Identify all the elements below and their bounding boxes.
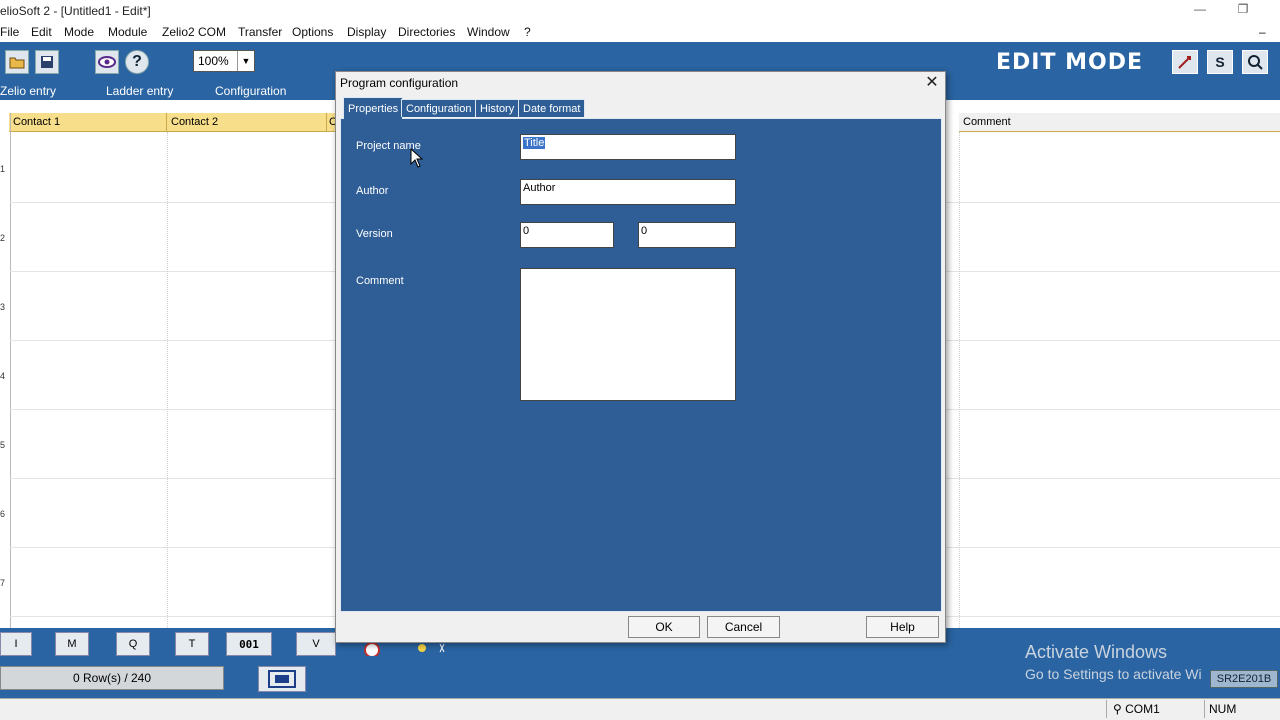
menu-mode[interactable]: Mode <box>64 25 94 39</box>
open-folder-icon[interactable] <box>5 50 29 74</box>
tab-properties[interactable]: Properties <box>343 97 404 119</box>
menu-directories[interactable]: Directories <box>398 25 455 39</box>
module-icon[interactable] <box>258 666 306 692</box>
comment-textarea[interactable] <box>520 268 736 401</box>
row-number: 6 <box>0 509 6 519</box>
com-port-label: COM1 <box>1125 702 1160 716</box>
restore-button[interactable]: ❐ <box>1233 2 1253 20</box>
column-divider <box>959 132 960 628</box>
tab-history[interactable]: History <box>475 99 520 117</box>
dialog-title: Program configuration <box>340 76 459 90</box>
tab-dialog-configuration[interactable]: Configuration <box>401 99 477 117</box>
edit-mode-label: EDIT MODE <box>996 50 1144 75</box>
comment-label: Comment <box>356 275 404 287</box>
project-name-input[interactable]: Title <box>520 134 736 160</box>
menu-module[interactable]: Module <box>108 25 147 39</box>
plug-icon: ⚲ <box>1113 702 1126 716</box>
row-number: 7 <box>0 578 6 588</box>
num-lock-status: NUM <box>1204 700 1264 718</box>
row-number: 3 <box>0 302 6 312</box>
tool-memory-label: M <box>67 638 77 650</box>
author-input[interactable]: Author <box>520 179 736 205</box>
tool-input-label: I <box>14 638 18 650</box>
column-header-contact-1: Contact 1 <box>9 113 167 132</box>
row-number: 1 <box>0 164 6 174</box>
version-major-input[interactable]: 0 <box>520 222 614 248</box>
row-number: 5 <box>0 440 6 450</box>
tab-ladder-entry[interactable]: Ladder entry <box>106 82 173 100</box>
zoom-select[interactable]: 100% ▼ <box>193 50 255 72</box>
doc-minimize-button[interactable]: – <box>1259 25 1266 39</box>
save-icon[interactable] <box>35 50 59 74</box>
minimize-button[interactable]: — <box>1190 2 1210 20</box>
column-header-contact-2: Contact 2 <box>167 113 327 132</box>
column-divider <box>167 132 168 628</box>
module-reference-badge: SR2E201B <box>1210 670 1278 688</box>
activate-windows-subtitle: Go to Settings to activate Wi <box>1025 666 1202 682</box>
tool-output-label: Q <box>128 638 138 650</box>
output-coil-tool[interactable]: Q <box>116 632 150 656</box>
timer-tool[interactable]: T <box>175 632 209 656</box>
input-contact-tool[interactable]: I <box>0 632 32 656</box>
tool-counter-label: 001 <box>239 637 259 651</box>
monitoring-mode-icon[interactable] <box>1242 50 1268 74</box>
help-button[interactable]: Help <box>866 616 939 638</box>
tab-configuration[interactable]: Configuration <box>215 82 286 100</box>
counter-tool[interactable]: 001 <box>226 632 272 656</box>
activate-windows-title: Activate Windows <box>1025 642 1168 662</box>
menu-options[interactable]: Options <box>292 25 333 39</box>
menu-file[interactable]: File <box>0 25 19 39</box>
cancel-button[interactable]: Cancel <box>707 616 780 638</box>
row-number: 2 <box>0 233 6 243</box>
close-icon[interactable]: ✕ <box>922 73 942 93</box>
menu-transfer[interactable]: Transfer <box>238 25 282 39</box>
menu-zelio2-com[interactable]: Zelio2 COM <box>162 25 226 39</box>
tab-zelio-entry[interactable]: Zelio entry <box>0 82 56 100</box>
column-header-comment: Comment <box>959 113 1280 132</box>
ok-button[interactable]: OK <box>628 616 700 638</box>
mouse-cursor-icon <box>410 147 424 171</box>
version-label: Version <box>356 228 393 240</box>
simulation-mode-button[interactable]: S <box>1207 50 1233 74</box>
eye-icon[interactable] <box>95 50 119 74</box>
menu-display[interactable]: Display <box>347 25 386 39</box>
window-title: elioSoft 2 - [Untitled1 - Edit*] <box>0 4 151 18</box>
author-label: Author <box>356 185 389 197</box>
rows-count: 0 Row(s) / 240 <box>0 666 224 690</box>
tab-date-format[interactable]: Date format <box>518 99 586 117</box>
memory-bit-tool[interactable]: M <box>55 632 89 656</box>
menu-bar: File Edit Mode Module Zelio2 COM Transfe… <box>0 22 1280 42</box>
com-port-status: ⚲ COM1 <box>1106 700 1204 718</box>
menu-window[interactable]: Window <box>467 25 510 39</box>
project-name-value: Title <box>523 137 546 149</box>
version-minor-input[interactable]: 0 <box>638 222 736 248</box>
menu-help[interactable]: ? <box>524 25 531 39</box>
title-bar: elioSoft 2 - [Untitled1 - Edit*] — ❐ <box>0 0 1280 22</box>
zoom-value: 100% <box>198 54 229 68</box>
chevron-down-icon[interactable]: ▼ <box>237 51 254 71</box>
tool-comparator-label: V <box>312 638 320 650</box>
help-icon[interactable]: ? <box>125 50 149 74</box>
tool-timer-label: T <box>188 638 196 650</box>
edit-mode-icon[interactable] <box>1172 50 1198 74</box>
row-number: 4 <box>0 371 6 381</box>
comparator-tool[interactable]: V <box>296 632 336 656</box>
status-bar <box>0 698 1280 720</box>
menu-edit[interactable]: Edit <box>31 25 52 39</box>
